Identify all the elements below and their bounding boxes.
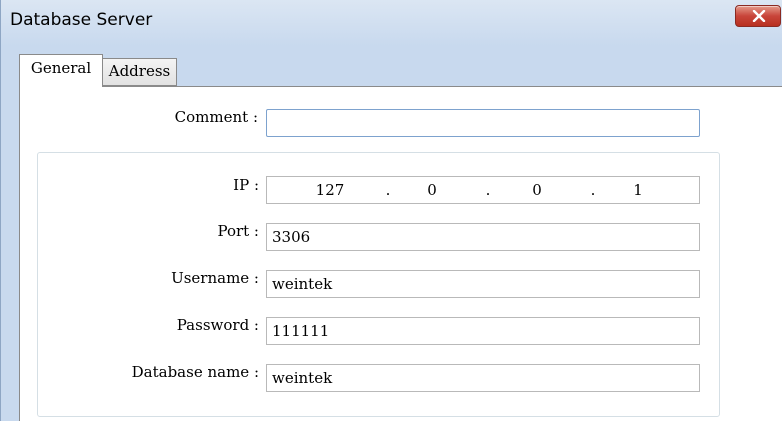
dialog-window: Database Server General Address Comment … <box>0 0 782 421</box>
ip-octet-4: 1 <box>633 181 643 199</box>
ip-separator: . <box>485 181 491 199</box>
password-field[interactable]: 111111 <box>266 317 700 345</box>
tab-content-general: Comment : IP : 127 . 0 . 0 . 1 Port : 33… <box>19 86 782 421</box>
ip-separator: . <box>590 181 596 199</box>
ip-octet-3: 0 <box>532 181 542 199</box>
database-name-field[interactable]: weintek <box>266 364 700 392</box>
connection-group: IP : 127 . 0 . 0 . 1 Port : 3306 Usernam… <box>37 152 720 417</box>
port-field[interactable]: 3306 <box>266 223 700 251</box>
username-label: Username : <box>171 269 259 287</box>
ip-address-field[interactable]: 127 . 0 . 0 . 1 <box>266 176 700 204</box>
ip-label: IP : <box>233 176 259 194</box>
username-field[interactable]: weintek <box>266 270 700 298</box>
comment-label: Comment : <box>174 108 258 126</box>
ip-octet-1: 127 <box>315 181 345 199</box>
port-label: Port : <box>217 222 259 240</box>
comment-field[interactable] <box>266 109 700 137</box>
close-icon <box>752 10 766 22</box>
tab-strip: General Address <box>19 54 782 87</box>
ip-octet-2: 0 <box>427 181 437 199</box>
close-button[interactable] <box>735 5 781 27</box>
database-name-label: Database name : <box>131 363 259 381</box>
window-title: Database Server <box>10 10 153 30</box>
tab-general[interactable]: General <box>19 54 103 87</box>
password-label: Password : <box>176 316 259 334</box>
title-bar[interactable]: Database Server <box>1 0 782 46</box>
tab-address[interactable]: Address <box>103 58 177 86</box>
ip-separator: . <box>385 181 391 199</box>
